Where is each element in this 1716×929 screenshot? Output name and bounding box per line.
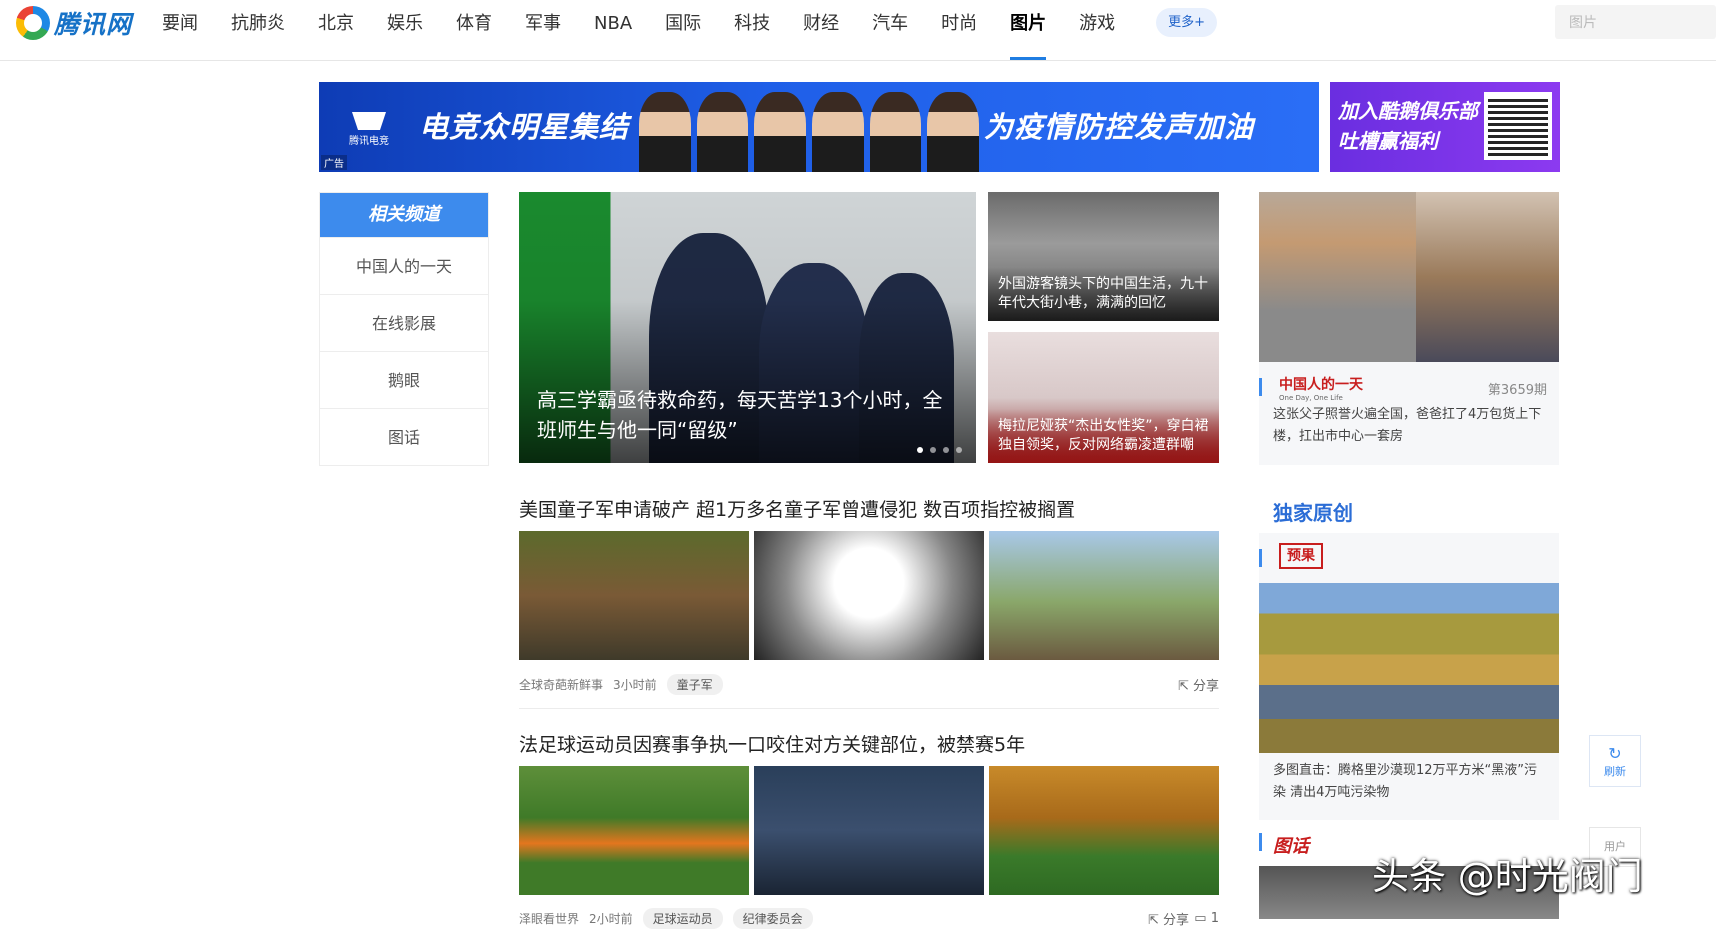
- column-logo: 中国人的一天 One Day, One Life: [1279, 374, 1363, 402]
- carousel-dot[interactable]: [930, 447, 936, 453]
- article-title[interactable]: 美国童子军申请破产 超1万多名童子军曾遭侵犯 数百项指控被搁置: [519, 495, 1075, 522]
- divider: [519, 708, 1219, 709]
- sidebar-item-tuhua[interactable]: 图话: [320, 408, 488, 465]
- sidebar-item-chinese-day[interactable]: 中国人的一天: [320, 237, 488, 294]
- qr-code-icon: [1484, 92, 1552, 160]
- sidebar-item-online-gallery[interactable]: 在线影展: [320, 294, 488, 351]
- article-meta: 全球奇葩新鲜事 3小时前 童子军 ⇱ 分享: [519, 674, 1219, 695]
- nav-item-yaowen[interactable]: 要闻: [150, 0, 210, 60]
- related-channels: 相关频道 中国人的一天 在线影展 鹅眼 图话: [319, 192, 489, 466]
- search-input[interactable]: [1555, 5, 1716, 39]
- share-icon: ⇱: [1147, 913, 1163, 928]
- photo-tile-tourist[interactable]: 外国游客镜头下的中国生活，九十年代大街小巷，满满的回忆: [988, 192, 1219, 321]
- section-title: 独家原创: [1273, 501, 1353, 525]
- photo-stretcher: [989, 766, 1219, 895]
- player-photo: [696, 92, 749, 172]
- share-label: 分享: [1162, 913, 1189, 928]
- column-logo: 预果: [1279, 543, 1323, 569]
- club-ad-line2: 吐槽赢福利: [1338, 129, 1438, 153]
- article-time: 3小时前: [613, 678, 657, 692]
- carousel-dot[interactable]: [956, 447, 962, 453]
- refresh-label: 刷新: [1604, 765, 1626, 778]
- player-photo: [754, 92, 807, 172]
- share-label: 分享: [1192, 679, 1219, 694]
- tile-caption: 外国游客镜头下的中国生活，九十年代大街小巷，满满的回忆: [988, 267, 1219, 321]
- player-photo: [869, 92, 922, 172]
- photo-tile-melania[interactable]: 梅拉尼娅获“杰出女性奖”，穿白裙独自领奖，反对网络霸凌遭群嘲: [988, 332, 1219, 463]
- esports-logo-text: 腾讯电竞: [349, 136, 389, 147]
- issue-number: 第3659期: [1487, 383, 1547, 398]
- v-logo-icon: [352, 112, 386, 132]
- esports-logo: 腾讯电竞: [349, 112, 389, 147]
- club-ad-banner[interactable]: 加入酷鹅俱乐部 吐槽赢福利: [1330, 82, 1560, 172]
- ad-title-left: 电竞众明星集结: [419, 110, 630, 144]
- photo-desert-pollution: [1259, 583, 1559, 753]
- original-card[interactable]: 预果 多图直击：腾格里沙漠现12万平方米“黑液”污染 清出4万吨污染物: [1259, 533, 1559, 820]
- hero-carousel[interactable]: 高三学霸亟待救命药，每天苦学13个小时，全班师生与他一同“留级”: [519, 192, 976, 463]
- nav-item-tupian[interactable]: 图片: [998, 0, 1058, 60]
- top-navigation-bar: 腾讯网 要闻 抗肺炎 北京 娱乐 体育 军事 NBA 国际 科技 财经 汽车 时…: [0, 0, 1716, 61]
- nav-item-nba[interactable]: NBA: [582, 0, 644, 60]
- photo-handcuffs: [754, 531, 984, 660]
- refresh-button[interactable]: ↻ 刷新: [1589, 735, 1641, 787]
- carousel-dot[interactable]: [917, 447, 923, 453]
- nav-item-caijing[interactable]: 财经: [791, 0, 851, 60]
- refresh-icon: ↻: [1608, 744, 1622, 763]
- original-text: 多图直击：腾格里沙漠现12万平方米“黑液”污染 清出4万吨污染物: [1273, 763, 1538, 800]
- tile-caption: 梅拉尼娅获“杰出女性奖”，穿白裙独自领奖，反对网络霸凌遭群嘲: [988, 409, 1219, 463]
- nav-item-tiyu[interactable]: 体育: [444, 0, 504, 60]
- more-button[interactable]: 更多+: [1156, 8, 1218, 37]
- club-ad-line1: 加入酷鹅俱乐部: [1338, 99, 1478, 123]
- photo-scouts-mud: [519, 531, 749, 660]
- esports-ad-banner[interactable]: 腾讯电竞 电竞众明星集结 为疫情防控发声加油 广告: [319, 82, 1319, 172]
- sidebar-item-eye[interactable]: 鹅眼: [320, 351, 488, 408]
- feature-text: 这张父子照誉火遍全国，爸爸扛了4万包货上下楼，扛出市中心一套房: [1273, 407, 1542, 444]
- carousel-dot[interactable]: [943, 447, 949, 453]
- channel-nav: 要闻 抗肺炎 北京 娱乐 体育 军事 NBA 国际 科技 财经 汽车 时尚 图片…: [150, 0, 1218, 60]
- feature-photo[interactable]: [1259, 192, 1559, 362]
- photo-father-child: [1416, 192, 1559, 362]
- photo-player-down: [519, 766, 749, 895]
- article-thumbs[interactable]: [519, 766, 1219, 895]
- article-thumbs[interactable]: [519, 531, 1219, 660]
- photo-scouts-camp: [989, 531, 1219, 660]
- nav-item-shishang[interactable]: 时尚: [929, 0, 989, 60]
- hero-caption: 高三学霸亟待救命药，每天苦学13个小时，全班师生与他一同“留级”: [537, 388, 943, 442]
- sidebar-heading: 相关频道: [320, 193, 488, 237]
- feature-card[interactable]: 中国人的一天 One Day, One Life 第3659期 这张父子照誉火遍…: [1259, 362, 1559, 465]
- article-source[interactable]: 全球奇葩新鲜事: [519, 676, 603, 693]
- ad-title-right: 为疫情防控发声加油: [984, 110, 1255, 144]
- nav-item-junshi[interactable]: 军事: [513, 0, 573, 60]
- carousel-dots: [917, 447, 962, 453]
- player-photo: [639, 92, 691, 172]
- share-button[interactable]: ⇱ 分享: [1178, 675, 1219, 694]
- column-logo-sub: One Day, One Life: [1279, 394, 1343, 402]
- article-tag[interactable]: 童子军: [666, 674, 723, 695]
- ad-players-image: [639, 92, 980, 172]
- logo-text: 腾讯网: [54, 10, 133, 39]
- column-logo: 图话: [1273, 836, 1309, 857]
- club-ad-text: 加入酷鹅俱乐部 吐槽赢福利: [1338, 96, 1478, 156]
- player-photo: [812, 92, 864, 172]
- column-logo-text: 中国人的一天: [1279, 377, 1363, 393]
- photo-father-son: [1259, 192, 1417, 362]
- nav-item-yule[interactable]: 娱乐: [375, 0, 435, 60]
- article-title[interactable]: 法足球运动员因赛事争执一口咬住对方关键部位，被禁赛5年: [519, 730, 1025, 757]
- photo-red-card: [754, 766, 984, 895]
- nav-item-keji[interactable]: 科技: [722, 0, 782, 60]
- tencent-logo-icon: [16, 6, 50, 40]
- player-photo: [927, 92, 980, 172]
- nav-item-qiche[interactable]: 汽车: [860, 0, 920, 60]
- nav-item-youxi[interactable]: 游戏: [1067, 0, 1127, 60]
- share-icon: ⇱: [1177, 679, 1193, 694]
- watermark: 头条 @时光阀门: [1372, 855, 1643, 898]
- nav-item-kangfeiyan[interactable]: 抗肺炎: [219, 0, 297, 60]
- ad-label: 广告: [321, 155, 347, 170]
- tencent-logo[interactable]: 腾讯网: [16, 6, 132, 40]
- nav-item-beijing[interactable]: 北京: [306, 0, 366, 60]
- nav-item-guoji[interactable]: 国际: [653, 0, 713, 60]
